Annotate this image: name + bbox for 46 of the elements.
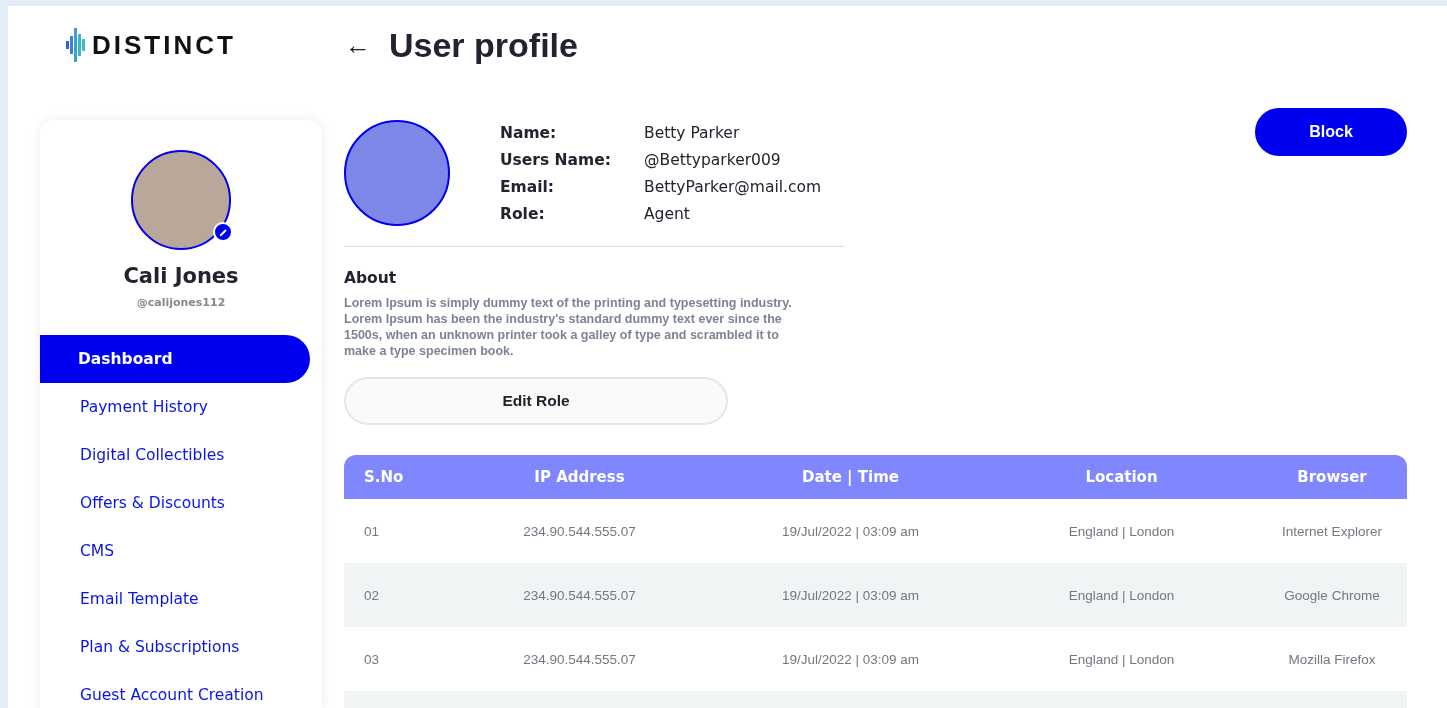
about-heading: About — [344, 269, 398, 287]
field-label: Users Name: — [500, 150, 612, 169]
block-button[interactable]: Block — [1255, 108, 1407, 156]
column-header: Location — [1084, 468, 1159, 486]
field-label: Name: — [500, 123, 558, 142]
table-cell-text: Google Chrome — [1283, 587, 1381, 603]
table-cell-text: 234.90.544.555.07 — [522, 587, 637, 603]
sidebar-item[interactable]: Dashboard — [40, 335, 310, 383]
table-cell-text: 19/Jul/2022 | 03:09 am — [780, 523, 921, 539]
table-cell-text: 234.90.544.555.07 — [522, 651, 637, 667]
back-button[interactable]: ← — [345, 29, 371, 61]
sidebar-item[interactable]: Plan & Subscriptions — [40, 623, 310, 671]
column-header: Browser — [1296, 468, 1368, 486]
column-header: Date | Time — [801, 468, 900, 486]
field-value: Agent — [644, 204, 691, 223]
field-value: BettyParker@mail.com — [644, 177, 822, 196]
table-cell-text: 03 — [363, 651, 381, 667]
about-text: Lorem Ipsum is simply dummy text of the printing and typesetting industry. Lorem Ipsum has been the industry's standard dummy text ever since the 1500s, when an unknown printer took a galley of type and scrambled it to make a type specimen book. — [344, 295, 793, 359]
sidebar-item[interactable]: Email Template — [40, 575, 310, 623]
sidebar-item[interactable]: Offers & Discounts — [40, 479, 310, 527]
table-cell-text: 234.90.544.555.07 — [522, 523, 637, 539]
field-value: @Bettyparker009 — [644, 150, 782, 169]
edit-role-button[interactable]: Edit Role — [344, 377, 728, 425]
brand-name: DISTINCT — [92, 29, 236, 61]
sidebar-item[interactable]: CMS — [40, 527, 310, 575]
table-cell-text: 01 — [363, 523, 381, 539]
table-cell-text: 02 — [363, 587, 381, 603]
user-handle: @calijones112 — [135, 296, 227, 309]
field-label: Email: — [500, 177, 556, 196]
sidebar-item[interactable]: Guest Account Creation — [40, 671, 310, 708]
user-name: Cali Jones — [122, 264, 240, 288]
column-header: IP Address — [533, 468, 626, 486]
table-cell-text: Internet Explorer — [1281, 523, 1383, 539]
table-cell-text: 19/Jul/2022 | 03:09 am — [780, 587, 921, 603]
column-header: S.No — [363, 468, 405, 486]
table-cell-text: England | London — [1067, 587, 1176, 603]
page-title: User profile — [389, 25, 578, 65]
edit-icon[interactable] — [213, 222, 233, 242]
sidebar-item[interactable]: Payment History — [40, 383, 310, 431]
field-value: Betty Parker — [644, 123, 741, 142]
field-label: Role: — [500, 204, 546, 223]
sidebar-item[interactable]: Digital Collectibles — [40, 431, 310, 479]
table-cell-text: England | London — [1067, 523, 1176, 539]
table-cell-text: England | London — [1067, 651, 1176, 667]
table-cell-text: Mozilla Firefox — [1287, 651, 1377, 667]
table-cell-text: 19/Jul/2022 | 03:09 am — [780, 651, 921, 667]
